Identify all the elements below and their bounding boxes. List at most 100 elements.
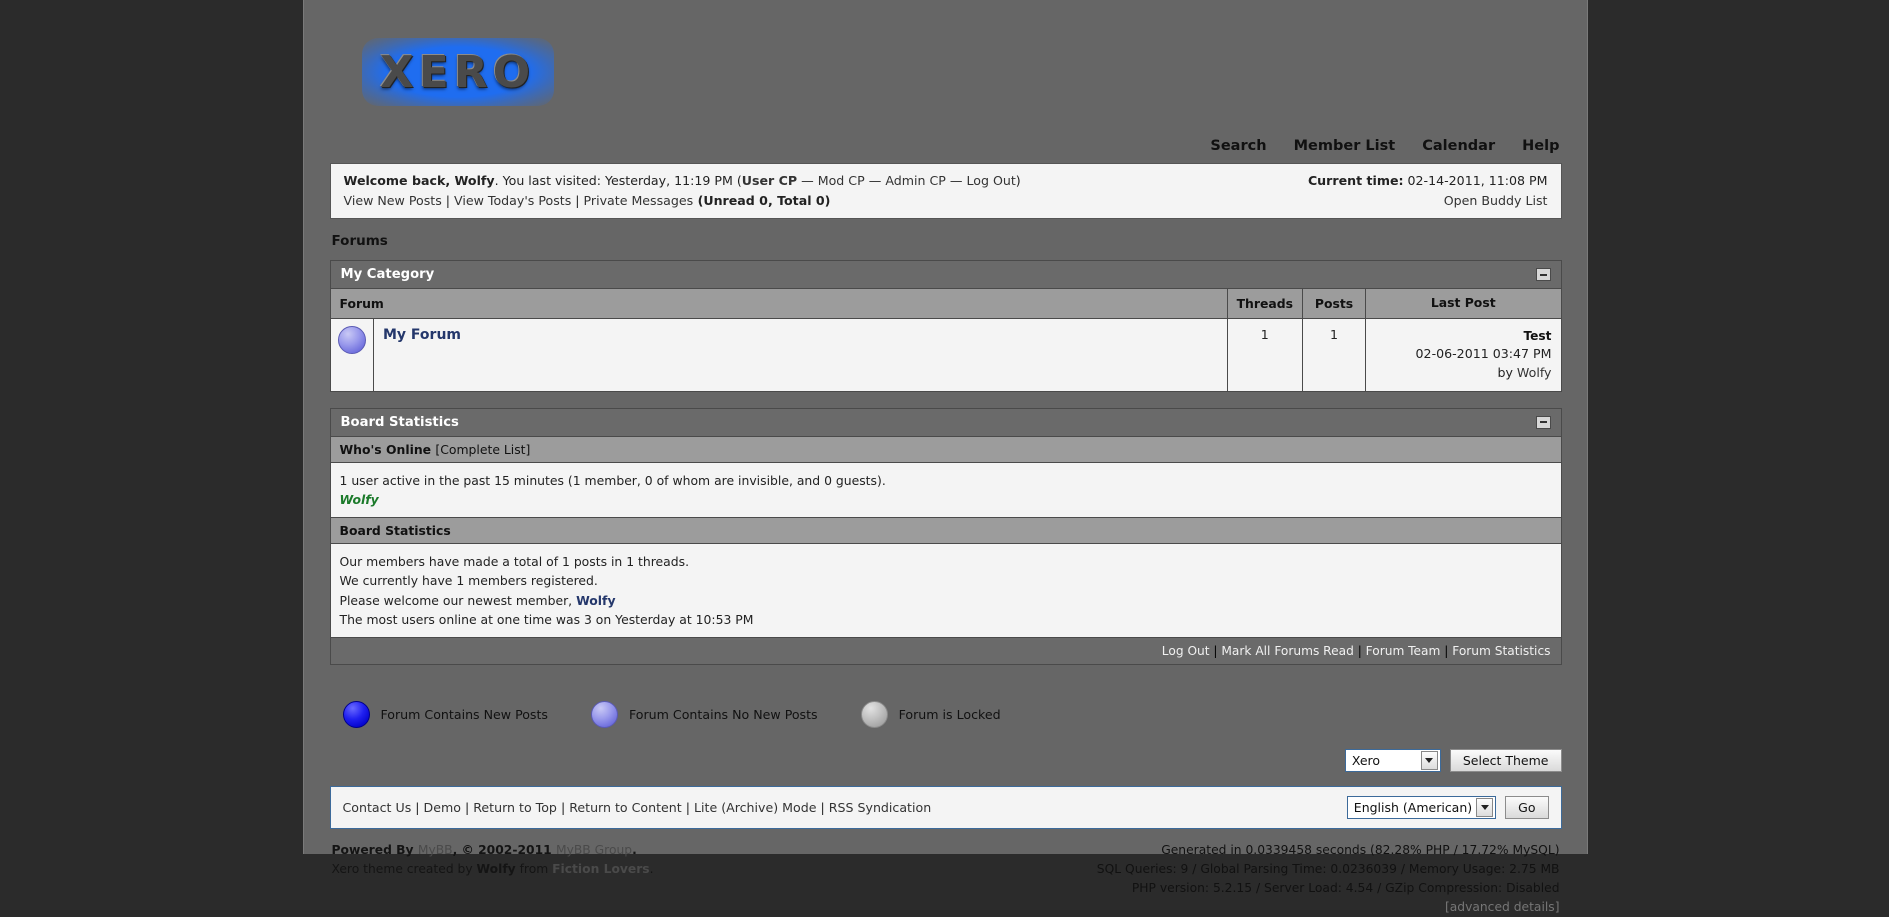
- last-post-date: 02-06-2011 03:47 PM: [1415, 345, 1552, 361]
- forum-status-cell: [330, 318, 374, 391]
- user-cp-link[interactable]: User CP: [742, 173, 797, 188]
- quicklink-sep-2: |: [571, 192, 584, 208]
- credits-section: Powered By MyBB, © 2002-2011 MyBB Group.…: [330, 829, 1562, 917]
- theme-credit-period: .: [649, 862, 654, 877]
- theme-selector-bar: Xero Select Theme: [330, 739, 1562, 786]
- forum-threads-count: 1: [1227, 318, 1304, 391]
- legend-item-locked: Forum is Locked: [850, 700, 1001, 728]
- footer-forum-statistics-link[interactable]: Forum Statistics: [1452, 644, 1550, 658]
- forum-table: Forum Threads Posts Last Post My Forum 1: [330, 289, 1561, 391]
- breadcrumb-item-forums[interactable]: Forums: [332, 233, 388, 249]
- flink-sep-4: |: [685, 800, 694, 816]
- online-user-wolfy[interactable]: Wolfy: [340, 490, 1552, 509]
- last-post-title[interactable]: Test: [1375, 327, 1551, 345]
- copyright-text: , © 2002-2011: [452, 843, 556, 858]
- last-post-author-line: by Wolfy: [1375, 364, 1552, 383]
- legend-item-new-posts: Forum Contains New Posts: [332, 700, 549, 728]
- nav-link-member-list[interactable]: Member List: [1294, 138, 1396, 154]
- log-out-link[interactable]: Log Out: [966, 173, 1015, 188]
- chevron-down-icon[interactable]: [1420, 751, 1438, 771]
- whos-online-header: Who's Online [Complete List]: [330, 436, 1561, 463]
- welcome-sep-1: —: [797, 173, 818, 188]
- nav-link-search[interactable]: Search: [1210, 138, 1266, 154]
- nav-link-help[interactable]: Help: [1522, 138, 1559, 154]
- powered-by-prefix: Powered By: [331, 843, 418, 858]
- board-statistics-footer: Log Out | Mark All Forums Read | Forum T…: [330, 638, 1561, 665]
- collapse-board-statistics-icon[interactable]: [1535, 415, 1551, 429]
- current-time-label: Current time:: [1307, 173, 1404, 188]
- welcome-panel: Welcome back, Wolfy. You last visited: Y…: [329, 163, 1562, 220]
- language-selector-group: English (American) Go: [1346, 796, 1549, 820]
- site-logo[interactable]: XERO: [361, 38, 554, 106]
- forum-link-my-forum[interactable]: My Forum: [383, 327, 461, 343]
- footer-log-out-link[interactable]: Log Out: [1162, 644, 1210, 658]
- pm-counts: (Unread 0, Total 0): [693, 192, 831, 208]
- collapse-category-icon[interactable]: [1535, 268, 1551, 282]
- footer-link-rss-syndication[interactable]: RSS Syndication: [829, 800, 931, 815]
- category-panel: My Category Forum Threads Posts Last Pos…: [329, 260, 1562, 392]
- complete-list-link[interactable]: [Complete List]: [435, 442, 530, 457]
- forum-row: My Forum 1 1 Test 02-06-2011 03:47 PM by…: [330, 318, 1561, 391]
- board-statistics-subheader: Board Statistics: [330, 518, 1561, 545]
- last-post-author-link[interactable]: Wolfy: [1517, 365, 1552, 380]
- flink-sep-2: |: [464, 800, 474, 816]
- footer-links-bar: Contact Us | Demo | Return to Top | Retu…: [329, 786, 1562, 830]
- admin-cp-link[interactable]: Admin CP: [885, 173, 946, 188]
- chevron-down-icon[interactable]: [1476, 798, 1494, 818]
- legend-label-no-new-posts: Forum Contains No New Posts: [629, 706, 818, 722]
- board-statistics-subheading: Board Statistics: [339, 523, 451, 539]
- powered-period: .: [632, 843, 637, 858]
- category-header: My Category: [330, 261, 1561, 290]
- forum-info-cell: My Forum: [373, 318, 1228, 391]
- legend-label-new-posts: Forum Contains New Posts: [380, 706, 549, 722]
- board-statistics-panel: Board Statistics Who's Online [Complete …: [329, 407, 1562, 666]
- top-navigation: Search Member List Calendar Help: [330, 138, 1562, 163]
- newest-member-link[interactable]: Wolfy: [576, 593, 615, 608]
- welcome-greeting-line: Welcome back, Wolfy. You last visited: Y…: [344, 171, 1021, 191]
- footer-link-contact-us[interactable]: Contact Us: [343, 800, 412, 815]
- last-post-by-prefix: by: [1497, 364, 1517, 380]
- language-select[interactable]: English (American): [1346, 796, 1497, 820]
- theme-credit-prefix: Xero theme created by: [331, 862, 477, 877]
- category-title: My Category: [340, 267, 435, 283]
- legend-item-no-new-posts: Forum Contains No New Posts: [580, 700, 818, 728]
- footer-link-demo[interactable]: Demo: [424, 800, 461, 815]
- breadcrumb: Forums: [330, 219, 1562, 260]
- theme-select[interactable]: Xero: [1344, 749, 1441, 773]
- advanced-details-link[interactable]: [advanced details]: [1097, 898, 1560, 917]
- open-buddy-list-link[interactable]: Open Buddy List: [1444, 193, 1548, 208]
- footer-link-return-to-content[interactable]: Return to Content: [569, 800, 682, 815]
- welcome-quicklinks-line: View New Posts | View Today's Posts | Pr…: [344, 191, 1021, 211]
- whos-online-body: 1 user active in the past 15 minutes (1 …: [330, 462, 1561, 519]
- language-go-button[interactable]: Go: [1505, 796, 1549, 820]
- mybb-link[interactable]: MyBB: [418, 843, 453, 857]
- whos-online-summary: 1 user active in the past 15 minutes (1 …: [339, 472, 886, 488]
- quicklink-sep-1: |: [441, 192, 455, 208]
- credits-right: Generated in 0.0339458 seconds (82.28% P…: [1097, 841, 1560, 917]
- welcome-right: Current time: 02-14-2011, 11:08 PM Open …: [1308, 171, 1548, 210]
- site-logo-text: XERO: [379, 46, 536, 98]
- header-banner: XERO: [330, 0, 1562, 138]
- footer-link-return-to-top[interactable]: Return to Top: [473, 800, 557, 815]
- view-todays-posts-link[interactable]: View Today's Posts: [454, 193, 571, 208]
- private-messages-link[interactable]: Private Messages: [584, 193, 694, 208]
- nav-link-calendar[interactable]: Calendar: [1422, 138, 1495, 154]
- footer-forum-team-link[interactable]: Forum Team: [1366, 644, 1441, 658]
- theme-select-value: Xero: [1351, 753, 1381, 769]
- board-statistics-title: Board Statistics: [340, 414, 459, 430]
- whos-online-heading: Who's Online: [339, 441, 432, 457]
- powered-by-line: Powered By MyBB, © 2002-2011 MyBB Group.: [332, 841, 654, 860]
- stats-line-members: We currently have 1 members registered.: [339, 573, 598, 589]
- theme-site-link[interactable]: Fiction Lovers: [552, 862, 650, 876]
- column-header-forum: Forum: [330, 289, 1228, 319]
- select-theme-button[interactable]: Select Theme: [1449, 749, 1562, 773]
- forum-no-new-posts-icon: [591, 700, 618, 728]
- mybb-group-link[interactable]: MyBB Group: [556, 843, 632, 857]
- forum-new-posts-icon: [342, 700, 370, 728]
- footer-link-lite-archive-mode[interactable]: Lite (Archive) Mode: [694, 800, 816, 815]
- view-new-posts-link[interactable]: View New Posts: [344, 193, 442, 208]
- mod-cp-link[interactable]: Mod CP: [818, 173, 865, 188]
- column-header-last-post: Last Post: [1365, 289, 1561, 319]
- column-header-posts: Posts: [1302, 289, 1366, 319]
- footer-mark-all-read-link[interactable]: Mark All Forums Read: [1221, 644, 1353, 658]
